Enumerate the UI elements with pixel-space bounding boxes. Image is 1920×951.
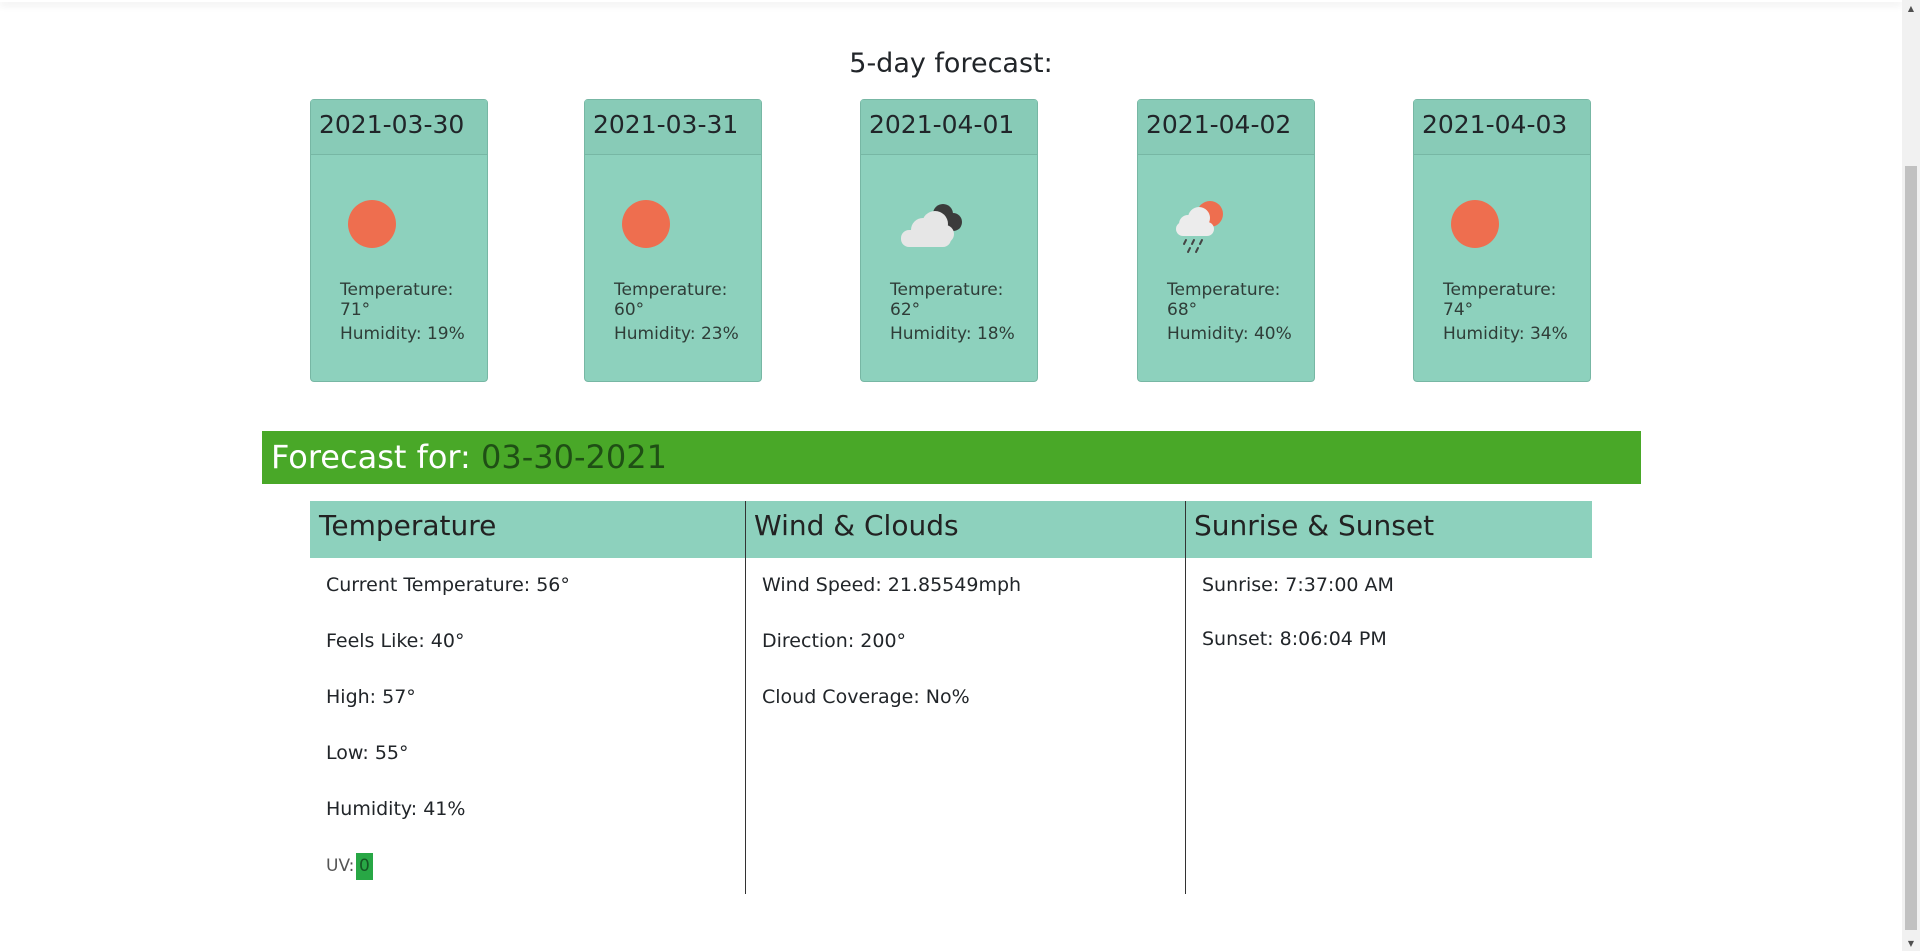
low-temperature: Low: 55° xyxy=(326,742,409,764)
sunrise-sunset-header: Sunrise & Sunset xyxy=(1185,501,1592,558)
cloud-coverage: Cloud Coverage: No% xyxy=(762,686,970,708)
current-temperature: Current Temperature: 56° xyxy=(326,574,570,596)
wind-speed: Wind Speed: 21.85549mph xyxy=(762,574,1022,596)
wind-clouds-header: Wind & Clouds xyxy=(745,501,1185,558)
sun-icon xyxy=(621,192,701,256)
rain-sun-icon xyxy=(1174,192,1254,256)
current-humidity: Humidity: 41% xyxy=(326,798,466,820)
forecast-for-bar: Forecast for: 03-30-2021 xyxy=(262,431,1641,484)
temperature-header: Temperature xyxy=(310,501,745,558)
forecast-card-day-5: 2021-04-03 Temperature: 74° Humidity: 34… xyxy=(1413,99,1591,382)
sunset-time: Sunset: 8:06:04 PM xyxy=(1202,628,1387,650)
card-date: 2021-04-01 xyxy=(861,100,1037,155)
forecast-card-day-3: 2021-04-01 Temperature: 62° Humidity: 18… xyxy=(860,99,1038,382)
uv-index-badge: 0 xyxy=(356,853,373,880)
forecast-card-day-1: 2021-03-30 Temperature: 71° Humidity: 19… xyxy=(310,99,488,382)
card-date: 2021-03-31 xyxy=(585,100,761,155)
uv-label: UV: xyxy=(326,856,355,876)
card-temperature: Temperature: 68° xyxy=(1167,280,1281,320)
wind-direction: Direction: 200° xyxy=(762,630,907,652)
card-date: 2021-03-30 xyxy=(311,100,487,155)
card-temperature: Temperature: 71° xyxy=(340,280,454,320)
forecast-card-day-2: 2021-03-31 Temperature: 60° Humidity: 23… xyxy=(584,99,762,382)
column-divider xyxy=(1185,501,1186,894)
card-date: 2021-04-02 xyxy=(1138,100,1314,155)
vertical-scrollbar[interactable]: ▲ ▼ xyxy=(1902,0,1920,951)
card-date: 2021-04-03 xyxy=(1414,100,1590,155)
forecast-card-day-4: 2021-04-02 Temperature: 68° Humidity: 40… xyxy=(1137,99,1315,382)
card-humidity: Humidity: 34% xyxy=(1443,324,1568,344)
card-humidity: Humidity: 18% xyxy=(890,324,1015,344)
card-temperature: Temperature: 60° xyxy=(614,280,728,320)
five-day-forecast-title: 5-day forecast: xyxy=(849,48,1053,79)
scroll-down-arrow-icon[interactable]: ▼ xyxy=(1902,935,1920,951)
card-humidity: Humidity: 19% xyxy=(340,324,465,344)
high-temperature: High: 57° xyxy=(326,686,416,708)
cloudy-icon xyxy=(897,192,977,256)
top-navbar-shadow xyxy=(0,0,1902,2)
sunrise-time: Sunrise: 7:37:00 AM xyxy=(1202,574,1394,596)
card-humidity: Humidity: 23% xyxy=(614,324,739,344)
forecast-for-label: Forecast for: xyxy=(271,438,471,476)
card-temperature: Temperature: 74° xyxy=(1443,280,1557,320)
card-humidity: Humidity: 40% xyxy=(1167,324,1292,344)
sun-icon xyxy=(347,192,427,256)
scrollbar-thumb[interactable] xyxy=(1905,166,1917,930)
scroll-up-arrow-icon[interactable]: ▲ xyxy=(1902,0,1920,16)
column-divider xyxy=(745,501,746,894)
sun-icon xyxy=(1450,192,1530,256)
feels-like: Feels Like: 40° xyxy=(326,630,465,652)
card-temperature: Temperature: 62° xyxy=(890,280,1004,320)
forecast-for-date: 03-30-2021 xyxy=(480,438,667,476)
